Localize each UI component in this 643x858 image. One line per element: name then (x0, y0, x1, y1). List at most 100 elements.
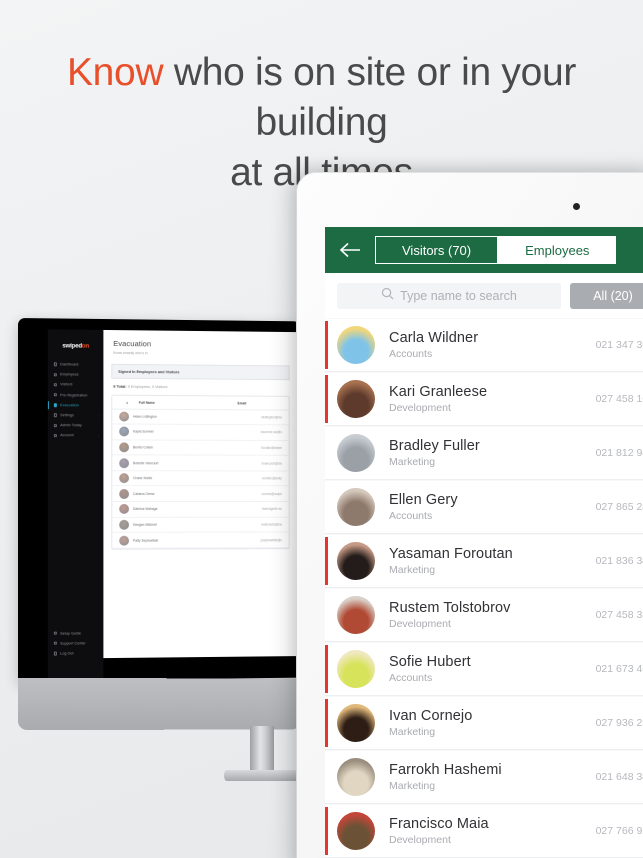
table-row[interactable]: Bobette Vancourt bvancourt@sw (112, 455, 289, 472)
person-phone: 027 865 245 (595, 501, 643, 513)
sidebar-item-dashboard[interactable]: Dashboard (48, 359, 104, 370)
list-item[interactable]: Francisco Maia Development 027 766 922 (325, 804, 643, 858)
sidebar-item-label: Employees (60, 372, 79, 377)
sidebar-item-pre-registration[interactable]: Pre-Registration (48, 390, 104, 401)
search-placeholder: Type name to search (400, 289, 517, 303)
row-email: bcuilan@swipe (261, 445, 282, 450)
row-email: comne@swipe (261, 491, 282, 496)
person-name: Francisco Maia (389, 816, 489, 832)
nav-icon (53, 423, 58, 428)
sidebar-item-visitors[interactable]: Visitors (48, 380, 104, 391)
sidebar-item-account[interactable]: Account › (48, 430, 104, 440)
tab-visitors-70[interactable]: Visitors (70) (375, 236, 499, 264)
search-filter-bar: Type name to search All (20) (325, 273, 643, 318)
sidebar-item-evacuation[interactable]: Evacuation (48, 400, 104, 410)
header-tab-group[interactable]: Visitors (70) Employees (375, 236, 617, 264)
sidebar-item-label: Account (60, 433, 74, 438)
person-phone: 021 836 345 (595, 555, 643, 567)
avatar (337, 542, 375, 580)
table-row[interactable]: Kayla Sumner ksumner-sw@s (112, 424, 289, 441)
person-name: Farrokh Hashemi (389, 762, 502, 778)
desktop-nav-list[interactable]: Dashboard Employees Visitors Pre-Registrati… (48, 359, 104, 441)
person-name: Carla Wildner (389, 330, 479, 346)
headline-line1-rest: who is on site or in your building (163, 51, 577, 144)
column-header-avatar[interactable]: ▲ (119, 400, 135, 404)
nav-icon (53, 413, 58, 417)
avatar (119, 519, 130, 530)
desktop-section-bar: Signed In Employees and Visitors (111, 363, 290, 380)
list-item[interactable]: Bradley Fuller Marketing 021 812 987 (325, 426, 643, 480)
list-item[interactable]: Yasaman Foroutan Marketing 021 836 345 (325, 534, 643, 588)
desktop-sidebar[interactable]: swipedon Dashboard Employees Visitors Pre-R… (47, 329, 104, 681)
person-name: Ivan Cornejo (389, 708, 473, 724)
total-detail: 9 Employees, 0 Visitors (126, 383, 168, 389)
back-arrow-icon[interactable] (333, 238, 367, 262)
search-input[interactable]: Type name to search (337, 283, 561, 309)
person-phone: 027 458 382 (595, 609, 643, 621)
table-row[interactable]: Keegan Mitchell emitchell2@sw (112, 517, 289, 534)
sidebar-item-admin-today[interactable]: Admin Today (48, 420, 104, 430)
row-email: cnoble1@swip (261, 476, 282, 481)
sidebar-item-label: Setup Guide (60, 630, 82, 636)
table-row[interactable]: Patty Seplowitski pseplowitski@s (112, 532, 289, 549)
list-item[interactable]: Ellen Gery Accounts 027 865 245 (325, 480, 643, 534)
monitor-chin (18, 678, 301, 730)
list-item[interactable]: Farrokh Hashemi Marketing 021 648 383 (325, 750, 643, 804)
avatar (337, 434, 375, 472)
sidebar-item-label: Support Center (60, 641, 86, 646)
chevron-right-icon: › (98, 433, 100, 438)
person-name: Rustem Tolstobrov (389, 600, 511, 616)
table-row[interactable]: Sabrina Mahaga trainingedit-sw (112, 502, 289, 518)
list-item[interactable]: Carla Wildner Accounts 021 347 362 (325, 318, 643, 372)
nav-icon (53, 403, 58, 407)
filter-all-button[interactable]: All (20) (570, 283, 643, 309)
person-phone: 021 648 383 (595, 771, 643, 783)
sidebar-item-label: Log Out (60, 651, 74, 656)
table-row[interactable]: Helen Lidlington elidlington@sw (112, 409, 289, 426)
row-full-name: Helen Lidlington (132, 414, 157, 419)
person-department: Development (389, 834, 451, 846)
desktop-table-body: Helen Lidlington elidlington@sw Kayla Sumn… (112, 409, 289, 549)
sidebar-item-setup-guide[interactable]: Setup Guide (48, 628, 104, 639)
table-row[interactable]: Caldera Omne comne@swipe (112, 486, 289, 503)
person-phone: 027 766 922 (595, 825, 643, 837)
table-row[interactable]: Benito Cuilan bcuilan@swipe (112, 440, 289, 457)
list-item[interactable]: Rustem Tolstobrov Development 027 458 382 (325, 588, 643, 642)
avatar (119, 457, 130, 468)
avatar (337, 812, 375, 850)
person-department: Marketing (389, 726, 436, 738)
list-item[interactable]: Kari Granleese Development 027 458 162 (325, 372, 643, 426)
avatar (337, 488, 375, 526)
monitor-stand-foot (224, 770, 300, 781)
row-full-name: Caldera Omne (132, 491, 155, 496)
nav-icon (53, 362, 58, 367)
person-name: Bradley Fuller (389, 438, 480, 454)
logo-text: swiped (62, 342, 82, 350)
desktop-computer: swipedon Dashboard Employees Visitors Pre-R… (18, 318, 314, 781)
row-full-name: Kayla Sumner (132, 429, 154, 434)
nav-icon (53, 372, 58, 377)
avatar (119, 473, 130, 484)
column-header-email[interactable]: Email (237, 401, 281, 405)
list-item[interactable]: Ivan Cornejo Marketing 027 936 252 (325, 696, 643, 750)
people-list[interactable]: Carla Wildner Accounts 021 347 362 Kari Gra… (325, 318, 643, 858)
app-logo: swipedon (48, 338, 104, 359)
avatar (337, 380, 375, 418)
row-email: trainingedit-sw (262, 507, 282, 512)
person-phone: 021 347 362 (595, 339, 643, 351)
desktop-nav-bottom[interactable]: Setup Guide Support Center Log Out (48, 628, 104, 659)
column-header-full-name[interactable]: Full Name (139, 400, 234, 405)
sidebar-item-settings[interactable]: Settings › (48, 410, 104, 420)
nav-icon (53, 383, 58, 387)
list-item[interactable]: Sofie Hubert Accounts 021 673 462 (325, 642, 643, 696)
sidebar-item-support-center[interactable]: Support Center (48, 638, 104, 649)
sidebar-item-employees[interactable]: Employees (48, 369, 104, 380)
row-email: bvancourt@sw (261, 461, 282, 466)
desktop-total-count: 9 Total: 9 Employees, 0 Visitors (103, 378, 297, 389)
desktop-table-card: ▲ Full Name Email Helen Lidlington elidli… (111, 394, 290, 550)
table-row[interactable]: Chase Noble cnoble1@swip (112, 471, 289, 487)
tab-employees[interactable]: Employees (498, 236, 617, 264)
sidebar-item-log-out[interactable]: Log Out (48, 648, 104, 659)
row-email: elidlington@sw (261, 415, 282, 420)
sidebar-item-label: Admin Today (60, 423, 82, 428)
